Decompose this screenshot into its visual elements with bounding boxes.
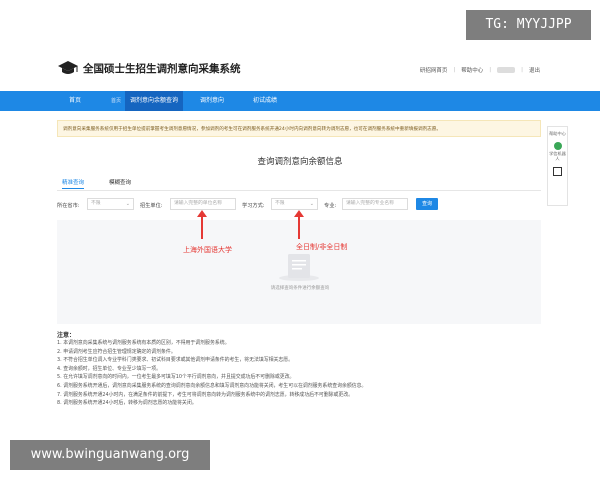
arrow-up-icon [197, 210, 207, 239]
notes-title: 注意： [57, 332, 76, 339]
unit-input[interactable]: 请输入完整的单位名称 [170, 198, 236, 210]
empty-state-text: 请选择查询条件进行余额查询 [270, 286, 330, 291]
note-item: 5. 在允许填写调剂意向的时间内，一位考生最多可填写10个平行调剂意向，并且提交… [57, 374, 295, 381]
study-mode-label: 学习方式: [242, 203, 265, 209]
note-item: 7. 调剂服务系统开通24小时内，在满足条件的前提下，考生可将调剂意向转为调剂服… [57, 391, 354, 398]
help-center-link[interactable]: 帮助中心 [461, 66, 483, 74]
note-item: 3. 不符合招生单位调入专业学科门类要求、初试科目要求或其他调剂申请条件的考生，… [57, 357, 294, 364]
nav-item-home[interactable]: 首页 [69, 91, 81, 111]
user-name [497, 67, 516, 73]
site-title: 全国硕士生招生调剂意向采集系统 [83, 63, 241, 75]
unit-annotation: 上海外国语大学 [183, 246, 232, 254]
unit-label: 招生单位: [140, 203, 163, 209]
tab-fuzzy-query[interactable]: 模糊查询 [109, 178, 131, 188]
notes-list: 1. 本调剂意向采集系统与调剂服务系统有本质的区别，不得用于调剂服务系统。 2.… [57, 339, 537, 408]
watermark-bottom-left: www.bwinguanwang.org [10, 440, 210, 470]
watermark-top-right: TG: MYYJJPP [466, 10, 591, 40]
main-nav: 首页 首页 调剂意向余额查询 调剂意向 初试成绩 [0, 91, 600, 111]
nav-item-intention[interactable]: 调剂意向 [200, 91, 224, 111]
note-item: 2. 申请调剂考生应符合招生管理规定确定的调剂条件。 [57, 348, 176, 355]
nav-item-home-2[interactable]: 首页 [111, 91, 121, 111]
chevron-down-icon: ⌄ [309, 201, 314, 207]
notice-banner: 调剂意向采集服务系统仅用于招生单位提前掌握考生调剂意愿情况，参加调剂的考生可在调… [57, 120, 541, 137]
province-select[interactable]: 不限 ⌄ [87, 198, 134, 210]
major-input[interactable]: 请输入完整的专业名称 [342, 198, 408, 210]
nav-item-balance-query[interactable]: 调剂意向余额查询 [125, 91, 184, 111]
note-item: 8. 调剂服务系统开通24小时后，转移为调剂志愿的功能将关闭。 [57, 400, 197, 407]
robot-icon[interactable] [553, 142, 562, 150]
note-item: 1. 本调剂意向采集系统与调剂服务系统有本质的区别，不得用于调剂服务系统。 [57, 340, 230, 346]
study-mode-select[interactable]: 不限 ⌄ [271, 198, 318, 210]
page-title: 查询调剂意向余额信息 [257, 157, 343, 167]
top-links: 研招网首页 | 帮助中心 | | 退出 [419, 66, 540, 74]
arrow-up-icon [294, 210, 304, 239]
nav-item-scores[interactable]: 初试成绩 [253, 91, 277, 111]
tab-precise-query[interactable]: 精准查询 [62, 178, 85, 189]
query-tabs: 精准查询 模糊查询 [57, 178, 541, 191]
logout-link[interactable]: 退出 [529, 66, 540, 74]
graduation-cap-logo-icon [57, 60, 79, 76]
study-mode-annotation: 全日制/非全日制 [296, 243, 348, 251]
empty-document-icon [279, 254, 319, 281]
help-center-tool[interactable]: 帮助中心 [548, 131, 567, 136]
province-label: 所在省市: [57, 203, 80, 209]
note-item: 6. 调剂服务系统开通后，调剂意向采集服务系统的查询调剂意向余额信息和填写调剂意… [57, 382, 367, 389]
chevron-down-icon: ⌄ [125, 201, 130, 207]
qrcode-icon[interactable] [553, 167, 562, 176]
home-link[interactable]: 研招网首页 [420, 66, 448, 74]
note-item: 4. 查询余额时，招生单位、专业至少填写一项。 [57, 365, 162, 372]
query-button[interactable]: 查询 [416, 198, 438, 210]
major-label: 专业: [324, 203, 337, 209]
